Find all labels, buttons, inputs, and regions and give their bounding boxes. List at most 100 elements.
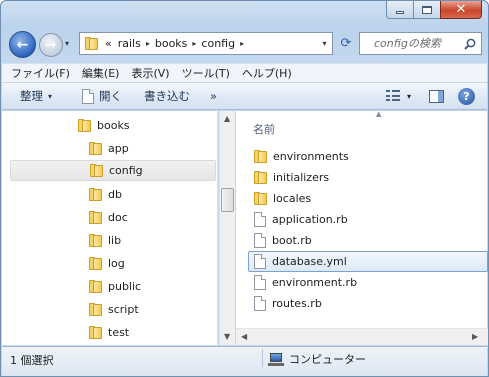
scroll-up-icon[interactable]: ▲	[224, 114, 230, 123]
folder-icon	[89, 211, 102, 224]
organize-button[interactable]: 整理 ▾	[2, 83, 60, 109]
tree-item-doc[interactable]: doc	[2, 207, 207, 228]
tree-item-script[interactable]: script	[2, 299, 207, 320]
breadcrumb-rails[interactable]: rails	[115, 37, 144, 50]
menu-tools[interactable]: ツール(T)	[177, 65, 237, 81]
folder-icon	[89, 280, 102, 293]
close-icon: ✕	[455, 2, 467, 17]
list-item[interactable]: application.rb	[250, 209, 488, 230]
document-icon	[254, 233, 266, 248]
maximize-icon	[422, 5, 432, 14]
list-item[interactable]: locales	[250, 188, 488, 209]
file-list-scrollbar[interactable]: ◀ ▶	[236, 328, 488, 345]
name-column-header[interactable]: ▲ 名前	[236, 110, 487, 141]
preview-pane-icon[interactable]	[429, 89, 444, 103]
list-item[interactable]: routes.rb	[250, 293, 488, 314]
recent-pages-button[interactable]: ▾	[65, 40, 73, 48]
list-item-selected[interactable]: database.yml	[248, 251, 488, 272]
close-button[interactable]: ✕	[440, 1, 482, 19]
tree-item-lib[interactable]: lib	[2, 230, 207, 251]
tree-item-label: books	[97, 119, 130, 132]
tree-item-log[interactable]: log	[2, 253, 207, 274]
list-item[interactable]: boot.rb	[250, 230, 488, 251]
scroll-right-icon[interactable]: ▶	[472, 332, 478, 341]
computer-icon	[268, 352, 284, 366]
explorer-window: ✕ ← → ▾ « rails ▸ books ▸ config ▸ ▾ ⟳ c…	[0, 0, 489, 377]
folder-icon	[89, 234, 102, 247]
folder-icon	[89, 326, 102, 339]
chevron-double-right-icon: »	[210, 89, 218, 103]
arrow-right-icon: →	[45, 37, 57, 53]
command-bar: 整理 ▾ 開く 書き込む » ▾ ?	[2, 83, 487, 110]
help-icon[interactable]: ?	[458, 87, 475, 105]
address-dropdown-button[interactable]: ▾	[316, 33, 332, 54]
folder-icon	[90, 164, 103, 177]
scroll-left-icon[interactable]: ◀	[241, 332, 247, 341]
breadcrumb-separator-icon[interactable]: ▸	[190, 39, 198, 48]
back-button[interactable]: ←	[9, 31, 36, 58]
tree-item-public[interactable]: public	[2, 276, 207, 297]
location-label: コンピューター	[289, 353, 366, 366]
search-icon[interactable]	[464, 38, 476, 50]
list-item[interactable]: environments	[250, 146, 488, 167]
file-name: initializers	[273, 171, 330, 184]
breadcrumb-config[interactable]: config	[198, 37, 238, 50]
burn-button[interactable]: 書き込む	[130, 83, 198, 109]
tree-item-label: config	[109, 164, 143, 177]
tree-item-config[interactable]: config	[10, 160, 216, 181]
view-details-icon[interactable]	[385, 90, 400, 102]
tree-item-test[interactable]: test	[2, 322, 207, 343]
menu-view[interactable]: 表示(V)	[126, 65, 176, 81]
document-icon	[254, 296, 266, 311]
chevron-down-icon: ▾	[322, 39, 327, 48]
tree-item-label: lib	[108, 234, 122, 247]
more-commands-button[interactable]: »	[198, 83, 225, 109]
folder-icon	[85, 37, 98, 50]
forward-button[interactable]: →	[39, 33, 63, 57]
menu-bar: ファイル(F) 編集(E) 表示(V) ツール(T) ヘルプ(H)	[2, 63, 487, 83]
menu-file[interactable]: ファイル(F)	[6, 65, 77, 81]
tree-item-app[interactable]: app	[2, 138, 207, 159]
folder-icon	[78, 119, 91, 132]
folder-icon	[89, 257, 102, 270]
file-name: environment.rb	[272, 276, 358, 289]
menu-edit[interactable]: 編集(E)	[77, 65, 127, 81]
breadcrumb-books[interactable]: books	[152, 37, 191, 50]
command-bar-right: ▾ ?	[385, 87, 487, 105]
search-input[interactable]	[360, 33, 460, 54]
tree-item-label: doc	[108, 211, 128, 224]
minimize-button[interactable]	[386, 1, 413, 19]
address-bar[interactable]: « rails ▸ books ▸ config ▸ ▾	[79, 32, 333, 55]
breadcrumb-separator-icon[interactable]: ▸	[144, 39, 152, 48]
folder-icon	[89, 303, 102, 316]
selection-count: 1 個選択	[10, 354, 54, 367]
tree-item-books[interactable]: books	[2, 115, 207, 136]
sort-ascending-icon: ▲	[376, 110, 382, 118]
list-item[interactable]: environment.rb	[250, 272, 488, 293]
breadcrumb-overflow[interactable]: «	[102, 37, 115, 50]
folder-icon	[254, 192, 267, 205]
navigation-pane: books app config db doc lib log public s…	[2, 111, 218, 345]
open-label: 開く	[99, 89, 123, 103]
refresh-button[interactable]: ⟳	[335, 32, 357, 55]
file-name: routes.rb	[272, 297, 322, 310]
arrow-left-icon: ←	[16, 36, 29, 53]
tree-item-db[interactable]: db	[2, 184, 207, 205]
caption-buttons: ✕	[386, 1, 482, 19]
file-name: environments	[273, 150, 349, 163]
file-list-pane: ▲ 名前 environments initializers locales a…	[236, 110, 488, 345]
list-item[interactable]: initializers	[250, 167, 488, 188]
navigation-pane-scrollbar[interactable]: ▲ ▼	[219, 111, 235, 345]
scroll-down-icon[interactable]: ▼	[224, 332, 230, 341]
chevron-down-icon[interactable]: ▾	[407, 92, 411, 101]
tree-item-label: log	[108, 257, 125, 270]
open-button[interactable]: 開く	[60, 83, 130, 109]
menu-help[interactable]: ヘルプ(H)	[237, 65, 299, 81]
chevron-down-icon: ▾	[48, 91, 53, 101]
maximize-button[interactable]	[413, 1, 440, 19]
scrollbar-thumb[interactable]	[221, 188, 234, 212]
folder-icon	[89, 188, 102, 201]
document-icon	[82, 88, 95, 104]
breadcrumb-separator-icon[interactable]: ▸	[238, 39, 246, 48]
column-header-label: 名前	[253, 123, 275, 136]
